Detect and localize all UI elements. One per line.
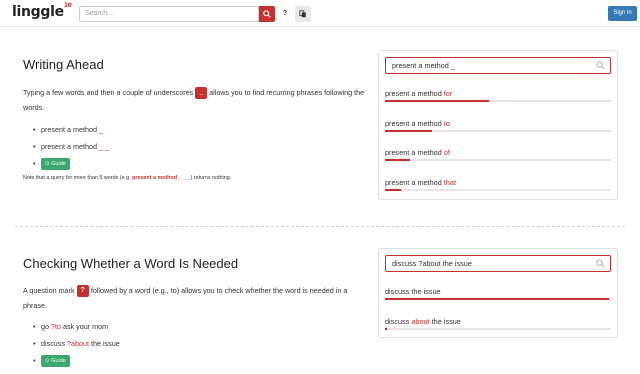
guide-item: ⊙ Guide [33, 352, 120, 369]
section-divider [15, 226, 625, 227]
demo-query-text: discuss ?about the issue [392, 259, 472, 268]
example-text: ask your mom [61, 322, 109, 331]
example-wildcard: ?about [66, 339, 89, 348]
demo-result[interactable]: present a method to [385, 119, 611, 132]
example-text: present a method [41, 142, 99, 151]
demo-result[interactable]: discuss the issue [385, 287, 611, 300]
frequency-fill [385, 189, 401, 191]
example-wildcard: _ _ [98, 142, 109, 151]
copy-icon [299, 10, 306, 18]
result-text: present a method [385, 178, 444, 187]
logo-text: linggle [12, 4, 64, 20]
example-text: the issue [88, 339, 120, 348]
demo-panel: present a method _ present a method for … [378, 50, 618, 200]
demo-result[interactable]: present a method for [385, 89, 611, 102]
result-word: to [443, 119, 450, 128]
description-text: A question mark [23, 286, 77, 295]
search-button[interactable] [259, 6, 275, 22]
result-word: of [443, 148, 450, 157]
frequency-fill [385, 159, 410, 161]
example-item[interactable]: go ?to ask your mom [33, 318, 120, 335]
result-text: discuss the issue [385, 287, 441, 296]
example-text: discuss [41, 339, 67, 348]
note-text: Note that a query for more than 5 words … [23, 175, 231, 181]
search-icon [596, 61, 605, 70]
example-list: present a method _ present a method _ _ … [33, 121, 109, 172]
question-tag: ? [76, 285, 89, 298]
section-description: A question mark ? followed by a word (e.… [23, 283, 368, 313]
help-button[interactable]: ? [280, 7, 290, 21]
result-text: present a method [385, 119, 444, 128]
underscore-tag: _ [195, 87, 208, 100]
result-text: present a method [385, 89, 444, 98]
guide-button[interactable]: ⊙ Guide [41, 158, 70, 171]
note-part: ) returns nothing. [190, 175, 232, 181]
result-text: present a method [385, 148, 444, 157]
search-icon [596, 259, 605, 268]
frequency-fill [385, 130, 433, 132]
demo-query-text: present a method _ [392, 61, 455, 70]
demo-result[interactable]: present a method of [385, 148, 611, 161]
sign-in-button[interactable]: Sign in [608, 6, 637, 21]
guide-label: Guide [51, 161, 66, 168]
demo-query-input[interactable]: present a method _ [385, 57, 611, 74]
frequency-bar [385, 189, 611, 191]
result-word: for [443, 89, 453, 98]
description-text: Typing a few words and then a couple of … [23, 88, 196, 97]
example-wildcard: ?to [51, 322, 61, 331]
frequency-bar [385, 159, 611, 161]
frequency-bar [385, 130, 611, 132]
example-item[interactable]: discuss ?about the issue [33, 335, 120, 352]
demo-panel: discuss ?about the issue discuss the iss… [378, 248, 618, 338]
result-word: that [443, 178, 456, 187]
logo[interactable]: linggle10 [12, 2, 72, 20]
frequency-fill [385, 100, 489, 102]
note-part: Note that a query for more than 5 words … [23, 175, 133, 181]
guide-label: Guide [51, 358, 66, 365]
note-example: present a method _ _ _ [132, 175, 191, 181]
top-bar: linggle10 Search... ? Sign in [0, 0, 640, 27]
demo-result[interactable]: present a method that [385, 178, 611, 191]
search-input[interactable]: Search... [79, 6, 259, 22]
example-list: go ?to ask your mom discuss ?about the i… [33, 318, 120, 369]
example-item[interactable]: present a method _ [33, 121, 109, 138]
logo-version: 10 [63, 2, 72, 10]
guide-item: ⊙ Guide [33, 155, 109, 172]
section-title: Checking Whether a Word Is Needed [23, 256, 239, 271]
guide-button[interactable]: ⊙ Guide [41, 355, 70, 368]
demo-query-input[interactable]: discuss ?about the issue [385, 255, 611, 272]
example-item[interactable]: present a method _ _ [33, 138, 109, 155]
result-text: discuss [385, 317, 412, 326]
frequency-fill [385, 298, 609, 300]
result-text: the issue [429, 317, 461, 326]
section-title: Writing Ahead [23, 57, 104, 72]
demo-result[interactable]: discuss about the issue [385, 317, 611, 330]
search-icon [263, 10, 271, 18]
frequency-bar [385, 328, 611, 330]
example-wildcard: _ [98, 125, 103, 134]
result-word: about [411, 317, 430, 326]
frequency-bar [385, 298, 611, 300]
frequency-bar [385, 100, 611, 102]
frequency-fill [385, 328, 388, 330]
copy-button[interactable] [295, 6, 311, 22]
example-text: present a method [41, 125, 99, 134]
example-text: go [41, 322, 51, 331]
section-description: Typing a few words and then a couple of … [23, 85, 368, 115]
